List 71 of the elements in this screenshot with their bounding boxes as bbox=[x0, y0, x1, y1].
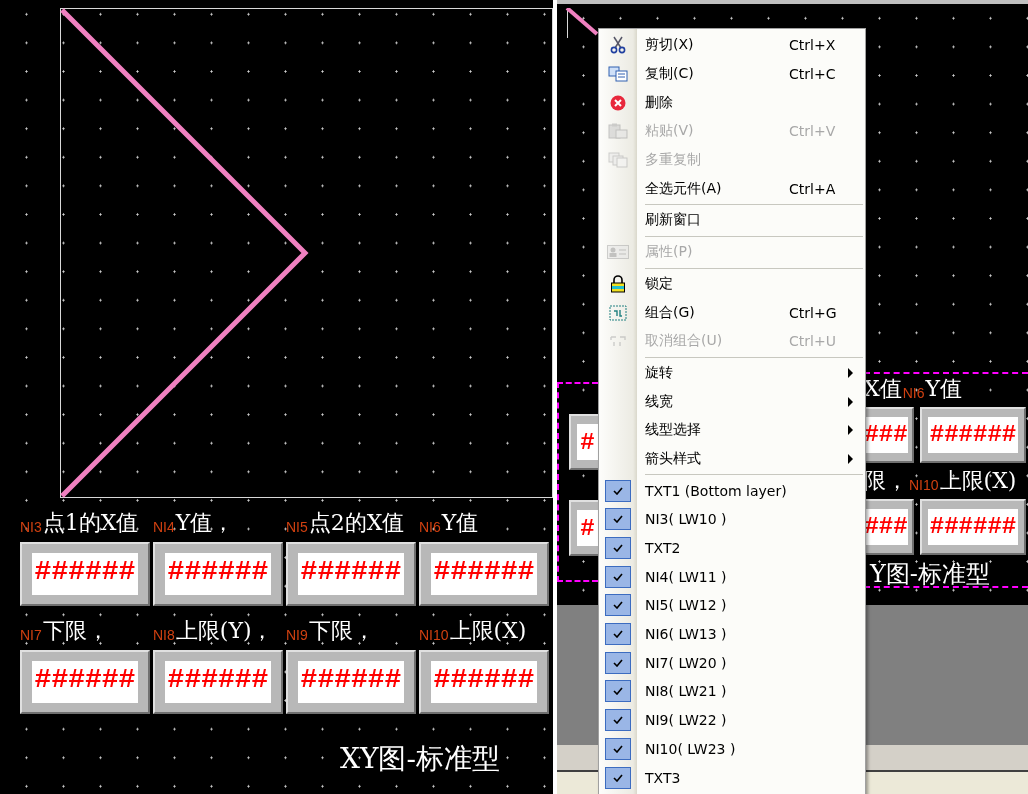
label-text: Y值 bbox=[441, 509, 479, 537]
numeric-input[interactable]: ###### bbox=[286, 650, 416, 714]
copy-stack-icon bbox=[608, 152, 628, 169]
submenu-arrow-icon bbox=[848, 367, 853, 378]
menu-item[interactable]: NI8( LW21 ) bbox=[599, 677, 865, 706]
menu-item[interactable]: 删除 bbox=[599, 88, 865, 118]
label-text: 上限(X) bbox=[939, 467, 1017, 495]
label-text: Y值， bbox=[175, 509, 235, 537]
object-tag: NI10 bbox=[419, 627, 449, 643]
copy-icon bbox=[608, 66, 628, 83]
object-tag: NI7 bbox=[20, 627, 42, 643]
menu-item[interactable]: NI6( LW13 ) bbox=[599, 619, 865, 649]
scissors-icon bbox=[610, 36, 626, 55]
menu-item[interactable]: NI5( LW12 ) bbox=[599, 591, 865, 620]
caption-text: XY图-标准型 bbox=[340, 741, 501, 777]
menu-item[interactable]: NI9( LW22 ) bbox=[599, 705, 865, 735]
menu-item[interactable]: TXT2 bbox=[599, 533, 865, 563]
label-text: 下限， bbox=[308, 617, 375, 645]
numeric-input[interactable]: # bbox=[569, 500, 600, 556]
menu-item[interactable]: 线型选择 bbox=[599, 415, 865, 445]
object-tag: NI4 bbox=[153, 519, 175, 535]
numeric-input[interactable]: ###### bbox=[286, 542, 416, 606]
object-tag: NI10 bbox=[909, 477, 939, 493]
numeric-input[interactable]: ### bbox=[864, 407, 914, 463]
numeric-input[interactable]: ###### bbox=[153, 650, 283, 714]
label-text: 下限， bbox=[42, 617, 109, 645]
submenu-arrow-icon bbox=[848, 396, 853, 407]
object-tag: NI3 bbox=[20, 519, 42, 535]
delete-icon bbox=[610, 94, 626, 111]
object-tag: NI6 bbox=[902, 385, 925, 401]
label-text: 点2的X值 bbox=[308, 509, 405, 537]
lock-icon bbox=[610, 274, 626, 293]
menu-item[interactable]: 箭头样式 bbox=[599, 444, 865, 474]
clipboard-icon bbox=[608, 123, 628, 140]
numeric-input[interactable]: # bbox=[569, 414, 600, 470]
label-text: X值 bbox=[864, 375, 902, 403]
object-tag: NI5 bbox=[286, 519, 308, 535]
group-icon bbox=[609, 304, 627, 321]
submenu-arrow-icon bbox=[848, 453, 853, 464]
object-tag: NI8 bbox=[153, 627, 175, 643]
menu-item[interactable]: NI7( LW20 ) bbox=[599, 648, 865, 678]
label-text: 点1的X值 bbox=[42, 509, 139, 537]
menu-item[interactable]: 剪切(X) Ctrl+X bbox=[599, 31, 865, 60]
numeric-input[interactable]: ###### bbox=[920, 499, 1026, 555]
menu-item[interactable]: 刷新窗口 bbox=[599, 206, 865, 235]
label-text: 上限(X) bbox=[449, 617, 527, 645]
numeric-input[interactable]: ###### bbox=[20, 650, 150, 714]
menu-item[interactable]: 锁定 bbox=[599, 269, 865, 299]
numeric-input[interactable]: ###### bbox=[153, 542, 283, 606]
numeric-input[interactable]: ###### bbox=[419, 542, 549, 606]
numeric-input[interactable]: ###### bbox=[20, 542, 150, 606]
object-tag: NI9 bbox=[286, 627, 308, 643]
id-card-icon bbox=[607, 245, 629, 260]
numeric-input[interactable]: ### bbox=[864, 499, 914, 555]
menu-item[interactable]: NI4( LW11 ) bbox=[599, 562, 865, 592]
menu-item[interactable]: TXT1 (Bottom layer) bbox=[599, 476, 865, 505]
object-tag: NI6 bbox=[419, 519, 441, 535]
menu-item[interactable]: NI10( LW23 ) bbox=[599, 734, 865, 764]
menu-item[interactable]: TXT3 bbox=[599, 763, 865, 792]
menu-item[interactable]: 线宽 bbox=[599, 387, 865, 416]
label-text: Y值 bbox=[925, 375, 962, 403]
numeric-input[interactable]: ###### bbox=[419, 650, 549, 714]
numeric-input[interactable]: ###### bbox=[920, 407, 1026, 463]
menu-item[interactable]: NI3( LW10 ) bbox=[599, 505, 865, 534]
menu-item[interactable]: 全选元件(A) Ctrl+A bbox=[599, 174, 865, 204]
caption-text: Y图-标准型 bbox=[870, 560, 991, 588]
menu-item[interactable]: 组合(G) Ctrl+G bbox=[599, 298, 865, 327]
submenu-arrow-icon bbox=[848, 425, 853, 436]
menu-item[interactable]: 复制(C) Ctrl+C bbox=[599, 59, 865, 89]
menu-item[interactable]: 旋转 bbox=[599, 358, 865, 388]
label-text: 上限(Y)， bbox=[175, 617, 274, 645]
